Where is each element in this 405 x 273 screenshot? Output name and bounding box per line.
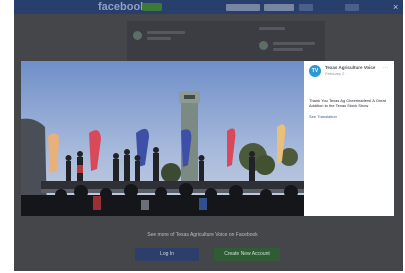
login-prompt-message: See more of Texas Agriculture Voice on F…: [147, 232, 258, 238]
more-options-icon[interactable]: ···: [383, 65, 388, 71]
background-avatar: [259, 41, 268, 50]
post-time[interactable]: February 2 ·: [325, 71, 347, 76]
post-info-panel: TV Texas Agriculture Voice February 2 · …: [304, 61, 394, 216]
facebook-header: facebook: [14, 0, 403, 14]
background-side-card: [253, 21, 325, 61]
stadium-stage-photo: [21, 61, 304, 216]
facebook-logo[interactable]: facebook: [98, 0, 146, 14]
page-avatar[interactable]: TV: [309, 65, 321, 77]
close-icon[interactable]: ×: [393, 1, 398, 13]
password-field[interactable]: [264, 4, 294, 11]
photo-viewer: TV Texas Agriculture Voice February 2 · …: [21, 61, 394, 216]
background-post-card: [127, 21, 255, 61]
post-caption: Thank You Texas Ag Cheerleaders! A Great…: [309, 98, 389, 108]
background-text-line: [259, 27, 285, 30]
login-button[interactable]: Log In: [135, 248, 199, 261]
background-text-line: [147, 37, 171, 40]
page-name[interactable]: Texas Agriculture Voice: [325, 65, 389, 70]
header-link[interactable]: [345, 4, 359, 11]
background-text-line: [273, 48, 303, 51]
caption-text: Thank You Texas Ag Cheerleaders! A Great…: [309, 98, 386, 108]
background-text-line: [147, 31, 185, 34]
create-account-button[interactable]: Create New Account: [214, 248, 280, 261]
background-text-line: [273, 42, 315, 45]
see-translation-link[interactable]: See Translation: [309, 114, 337, 119]
header-badge: [142, 3, 162, 11]
background-avatar: [133, 31, 142, 40]
header-login-button[interactable]: [299, 4, 313, 11]
email-field[interactable]: [226, 4, 260, 11]
event-photo[interactable]: [21, 61, 304, 216]
